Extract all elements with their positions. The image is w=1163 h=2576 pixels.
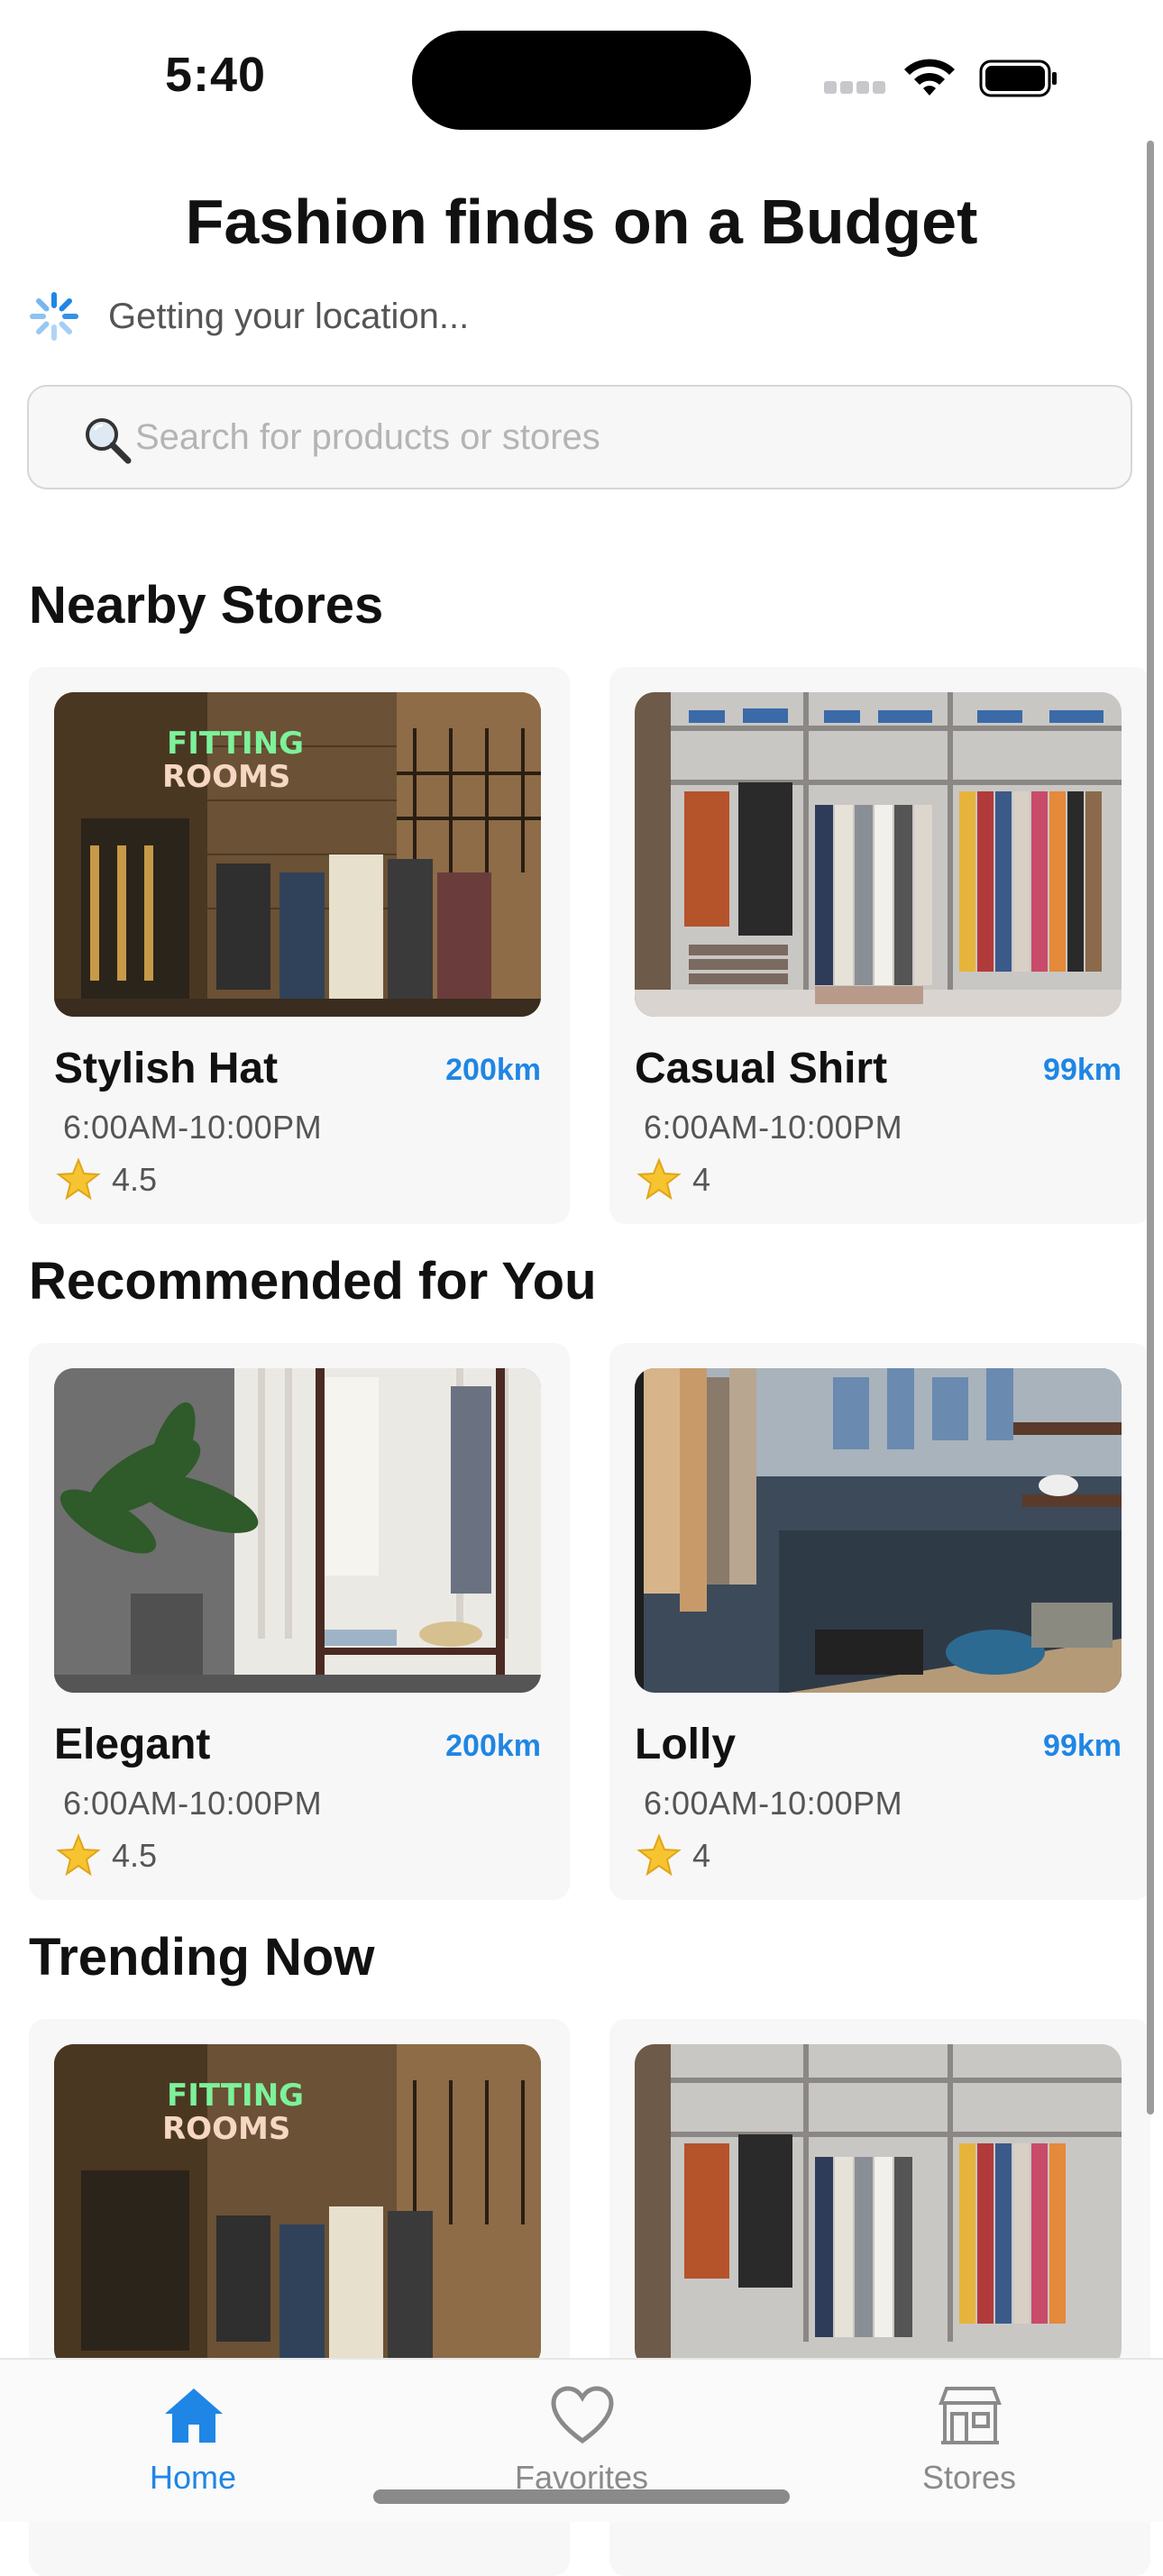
search-icon <box>86 418 132 464</box>
store-name: Lolly <box>635 1721 737 1768</box>
star-icon <box>56 1157 101 1201</box>
search-placeholder: Search for products or stores <box>135 417 600 457</box>
home-icon <box>165 2389 223 2443</box>
store-hours: 6:00AM-10:00PM <box>644 1109 903 1146</box>
store-card[interactable]: Elegant 200km 6:00AM-10:00PM 4.5 <box>29 1343 570 1900</box>
store-distance: 99km <box>1043 1729 1122 1763</box>
store-rating: 4 <box>692 1837 711 1874</box>
home-indicator[interactable] <box>373 2489 790 2504</box>
store-image-fitting-rooms: FITTING ROOMS <box>54 2044 541 2369</box>
battery-icon <box>979 59 1057 97</box>
loading-spinner-icon <box>30 292 78 341</box>
store-image-clothing-racks <box>635 2044 1122 2369</box>
heart-icon <box>551 2386 614 2444</box>
star-icon <box>56 1833 101 1877</box>
store-icon <box>939 2387 1002 2444</box>
store-distance: 200km <box>445 1729 541 1763</box>
store-rating: 4.5 <box>112 1837 158 1874</box>
star-icon <box>636 1833 682 1877</box>
search-input[interactable]: Search for products or stores <box>27 385 1132 489</box>
store-hours: 6:00AM-10:00PM <box>63 1109 323 1146</box>
location-status: Getting your location... <box>27 287 469 346</box>
tab-stores[interactable]: Stores <box>852 2360 1086 2522</box>
tab-label-home: Home <box>149 2459 237 2496</box>
status-bar: 5:40 <box>0 0 1163 144</box>
status-time: 5:40 <box>165 48 267 102</box>
section-title-nearby-stores: Nearby Stores <box>29 576 384 635</box>
dynamic-island <box>412 31 751 130</box>
store-image-fitting-rooms: FITTING ROOMS <box>54 692 541 1017</box>
svg-text:ROOMS: ROOMS <box>162 2111 290 2147</box>
store-distance: 99km <box>1043 1053 1122 1087</box>
wifi-icon <box>904 59 955 96</box>
store-rating: 4.5 <box>112 1161 158 1198</box>
section-title-recommended: Recommended for You <box>29 1252 597 1311</box>
tab-label-stores: Stores <box>921 2459 1017 2496</box>
store-image-boutique-interior <box>635 1368 1122 1693</box>
store-card[interactable]: Casual Shirt 99km 6:00AM-10:00PM 4 <box>609 667 1150 1224</box>
store-image-clothing-racks <box>635 692 1122 1017</box>
store-image-plant-and-rack <box>54 1368 541 1693</box>
location-status-text: Getting your location... <box>108 296 470 336</box>
store-hours: 6:00AM-10:00PM <box>644 1785 903 1822</box>
store-card[interactable]: Lolly 99km 6:00AM-10:00PM 4 <box>609 1343 1150 1900</box>
store-card[interactable]: FITTING ROOMS Stylish Hat 200km 6:00AM-1… <box>29 667 570 1224</box>
scrollbar[interactable] <box>1147 141 1154 2115</box>
svg-text:ROOMS: ROOMS <box>162 759 290 795</box>
section-title-trending: Trending Now <box>29 1928 375 1987</box>
store-hours: 6:00AM-10:00PM <box>63 1785 323 1822</box>
store-name: Casual Shirt <box>635 1045 888 1092</box>
page-title: Fashion finds on a Budget <box>185 187 978 257</box>
store-name: Elegant <box>54 1721 211 1768</box>
store-rating: 4 <box>692 1161 711 1198</box>
store-distance: 200km <box>445 1053 541 1087</box>
svg-text:FITTING: FITTING <box>167 726 304 762</box>
store-name: Stylish Hat <box>54 1045 279 1092</box>
star-icon <box>636 1157 682 1201</box>
tab-home[interactable]: Home <box>76 2360 310 2522</box>
svg-text:FITTING: FITTING <box>167 2078 304 2114</box>
cellular-signal-icon <box>824 81 887 94</box>
